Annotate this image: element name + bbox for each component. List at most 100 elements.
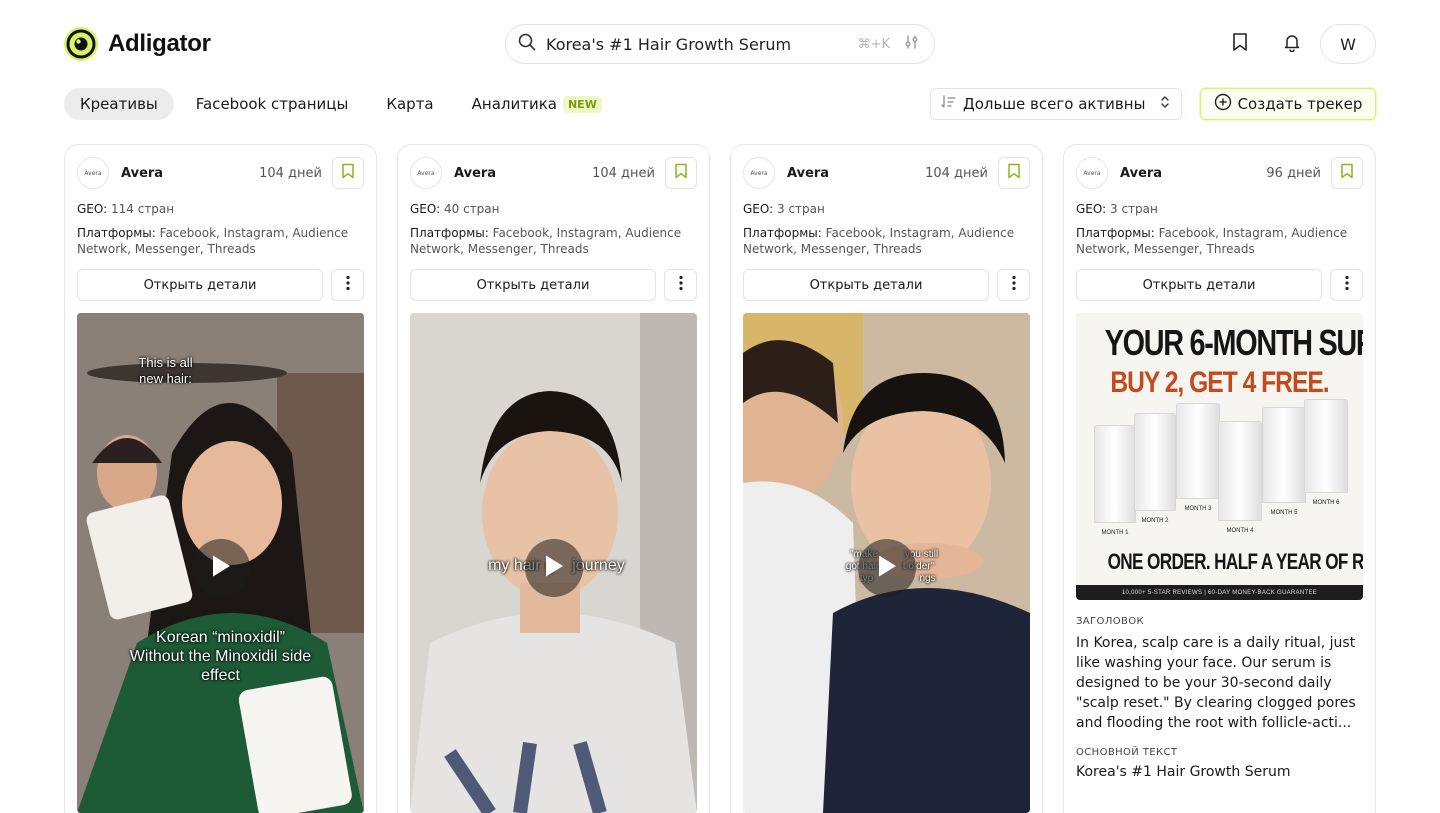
play-button[interactable] xyxy=(858,539,916,597)
brand-logo[interactable]: Avera xyxy=(743,157,775,189)
creative-card: Avera Avera 104 дней GEO: 40 стран Платф… xyxy=(397,144,710,813)
geo-label: GEO: xyxy=(77,202,108,216)
video-caption: ngs xyxy=(919,573,936,584)
image-ad-preview[interactable]: YOUR 6-MONTH SUPPLY. BUY 2, GET 4 FREE. … xyxy=(1076,313,1363,600)
save-creative-button[interactable] xyxy=(1331,157,1363,189)
geo-label: GEO: xyxy=(743,202,774,216)
platforms-label: Платформы: xyxy=(410,226,489,240)
tab-map[interactable]: Карта xyxy=(370,88,449,120)
creative-card: Avera Avera 104 дней GEO: 3 стран Платфо… xyxy=(730,144,1043,813)
brand-logo[interactable]: Avera xyxy=(1076,157,1108,189)
create-tracker-button[interactable]: Создать трекер xyxy=(1200,88,1376,120)
play-icon xyxy=(876,554,898,582)
search-shortcut-hint: ⌘+K xyxy=(857,36,890,52)
play-button[interactable] xyxy=(192,539,250,597)
plus-circle-icon xyxy=(1214,93,1232,115)
more-vertical-icon xyxy=(1344,275,1349,295)
month-label: MONTH 6 xyxy=(1312,500,1340,506)
bookmark-icon xyxy=(1231,32,1249,56)
geo-info: GEO: 3 стран xyxy=(743,201,1030,217)
month-label: MONTH 3 xyxy=(1184,506,1212,512)
ad-title: YOUR 6-MONTH SUPPLY. xyxy=(1104,322,1363,363)
video-caption: Without the Minoxidil side xyxy=(129,648,312,665)
geo-label: GEO: xyxy=(1076,202,1107,216)
headline-label: ЗАГОЛОВОК xyxy=(1076,616,1145,627)
product-tube: MONTH 5 xyxy=(1262,407,1306,516)
brand-logo-text: Avera xyxy=(417,169,435,177)
create-tracker-label: Создать трекер xyxy=(1237,95,1363,113)
save-creative-button[interactable] xyxy=(665,157,697,189)
creative-card: Avera Avera 104 дней GEO: 114 стран Плат… xyxy=(64,144,377,813)
open-details-button[interactable]: Открыть детали xyxy=(77,269,323,301)
product-tube: MONTH 6 xyxy=(1304,399,1348,506)
more-options-button[interactable] xyxy=(1330,269,1363,301)
video-caption: This is all xyxy=(138,355,193,370)
open-details-button[interactable]: Открыть детали xyxy=(1076,269,1322,301)
play-button[interactable] xyxy=(525,539,583,597)
geo-label: GEO: xyxy=(410,202,441,216)
body-label: ОСНОВНОЙ ТЕКСТ xyxy=(1076,747,1178,758)
ad-tagline: ONE ORDER. HALF A YEAR OF RESULTS. xyxy=(1107,549,1363,574)
tab-analytics[interactable]: Аналитика NEW xyxy=(456,88,618,120)
brand-name[interactable]: Avera xyxy=(121,166,163,181)
saved-button[interactable] xyxy=(1222,26,1258,62)
platforms-info: Платформы: Facebook, Instagram, Audience… xyxy=(1076,225,1363,257)
brand-name[interactable]: Avera xyxy=(454,166,496,181)
platforms-label: Платформы: xyxy=(743,226,822,240)
video-preview[interactable]: my hair g journey xyxy=(410,313,697,813)
save-creative-button[interactable] xyxy=(998,157,1030,189)
new-badge: NEW xyxy=(562,95,602,113)
bookmark-icon xyxy=(1007,163,1021,183)
video-preview[interactable]: "make you still got hair t older" typ ng… xyxy=(743,313,1030,813)
platforms-label: Платформы: xyxy=(1076,226,1155,240)
user-avatar[interactable]: W xyxy=(1320,24,1376,64)
active-days: 96 дней xyxy=(1266,165,1321,181)
notifications-button[interactable] xyxy=(1274,26,1310,62)
sort-icon xyxy=(941,94,957,114)
month-label: MONTH 5 xyxy=(1270,510,1298,516)
app-logo[interactable]: Adligator xyxy=(64,27,211,61)
logo-eye-icon xyxy=(64,27,98,61)
search-input[interactable]: Korea's #1 Hair Growth Serum xyxy=(546,35,858,54)
tab-label: Креативы xyxy=(80,95,158,113)
more-vertical-icon xyxy=(678,275,683,295)
geo-info: GEO: 40 стран xyxy=(410,201,697,217)
open-details-button[interactable]: Открыть детали xyxy=(743,269,989,301)
month-label: MONTH 2 xyxy=(1141,518,1169,524)
tab-label: Facebook страницы xyxy=(195,95,349,113)
more-options-button[interactable] xyxy=(331,269,364,301)
brand-name[interactable]: Avera xyxy=(1120,166,1162,181)
geo-value: 3 стран xyxy=(777,202,825,216)
ad-subtitle: BUY 2, GET 4 FREE. xyxy=(1110,366,1329,399)
brand-name[interactable]: Avera xyxy=(787,166,829,181)
play-icon xyxy=(210,554,232,582)
more-options-button[interactable] xyxy=(997,269,1030,301)
platforms-info: Платформы: Facebook, Instagram, Audience… xyxy=(410,225,697,257)
logo-text: Adligator xyxy=(108,30,211,57)
bookmark-icon xyxy=(341,163,355,183)
geo-value: 3 стран xyxy=(1110,202,1158,216)
ad-guarantee-bar: 10,000+ 5-STAR REVIEWS | 60-DAY MONEY-BA… xyxy=(1076,585,1363,600)
product-tube: MONTH 3 xyxy=(1176,403,1220,512)
brand-logo[interactable]: Avera xyxy=(77,157,109,189)
active-days: 104 дней xyxy=(259,165,322,181)
tab-creatives[interactable]: Креативы xyxy=(64,88,174,120)
video-caption: you still xyxy=(904,549,939,560)
filter-sliders-icon[interactable] xyxy=(904,34,920,54)
brand-logo-text: Avera xyxy=(84,169,102,177)
product-tube: MONTH 4 xyxy=(1218,421,1262,534)
save-creative-button[interactable] xyxy=(332,157,364,189)
search-bar[interactable]: Korea's #1 Hair Growth Serum ⌘+K xyxy=(505,24,935,64)
tab-label: Аналитика xyxy=(471,95,557,113)
more-options-button[interactable] xyxy=(664,269,697,301)
tab-facebook-pages[interactable]: Facebook страницы xyxy=(180,88,365,120)
brand-logo[interactable]: Avera xyxy=(410,157,442,189)
open-details-button[interactable]: Открыть детали xyxy=(410,269,656,301)
video-preview[interactable]: This is all new hair: Korean “minoxidil”… xyxy=(77,313,364,813)
body-text: Korea's #1 Hair Growth Serum xyxy=(1076,764,1291,780)
geo-value: 40 стран xyxy=(444,202,500,216)
sort-dropdown[interactable]: Дольше всего активны xyxy=(930,88,1182,120)
product-tube: MONTH 1 xyxy=(1094,425,1136,536)
chevron-up-down-icon xyxy=(1159,94,1171,114)
bell-icon xyxy=(1282,32,1302,56)
